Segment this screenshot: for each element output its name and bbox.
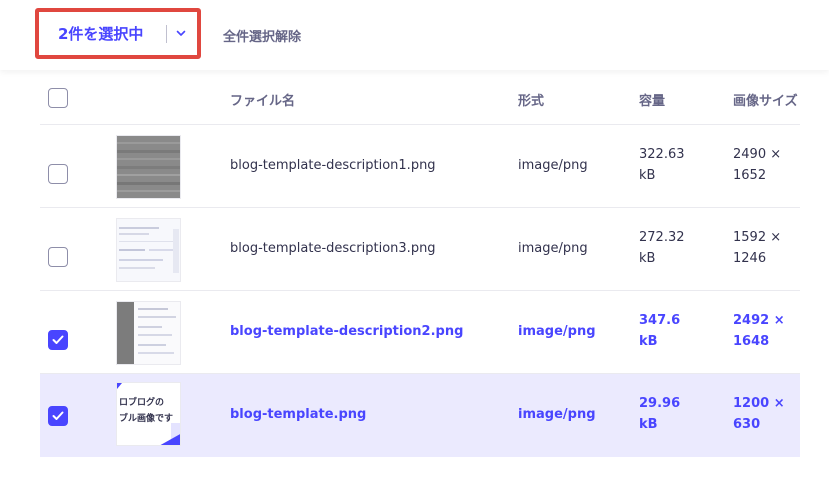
header-file-name[interactable]: ファイル名 <box>230 90 295 109</box>
row-checkbox-checked[interactable] <box>48 330 68 350</box>
image-height: 1652 <box>733 168 767 183</box>
row-checkbox[interactable] <box>48 164 68 184</box>
file-size: 347.6 kB <box>639 310 680 352</box>
image-dimensions: 1200 × 630 <box>733 393 785 435</box>
check-icon <box>52 411 64 420</box>
file-name[interactable]: blog-template.png <box>230 407 366 422</box>
file-size-value: 347.6 <box>639 313 681 328</box>
image-width: 2492 × <box>733 313 785 328</box>
image-dimensions: 2492 × 1648 <box>733 310 785 352</box>
header-dimensions[interactable]: 画像サイズ <box>733 90 798 109</box>
bulk-actions-bar: 2件を選択中 全件選択解除 <box>0 0 829 70</box>
image-dimensions: 1592 × 1246 <box>733 227 781 269</box>
file-thumbnail[interactable]: ロブログの ブル画像です <box>116 382 181 446</box>
file-size: 29.96 kB <box>639 393 680 435</box>
file-name[interactable]: blog-template-description2.png <box>230 324 463 339</box>
image-dimensions: 2490 × 1652 <box>733 144 781 186</box>
file-thumbnail[interactable] <box>116 135 181 199</box>
clear-all-selection-button[interactable]: 全件選択解除 <box>223 26 301 45</box>
row-checkbox-checked[interactable] <box>48 406 68 426</box>
file-thumbnail[interactable] <box>116 301 181 365</box>
file-name[interactable]: blog-template-description1.png <box>230 158 436 173</box>
thumbnail-text-line-2: ブル画像です <box>119 412 173 424</box>
file-size-unit: kB <box>639 251 656 266</box>
header-format[interactable]: 形式 <box>518 90 544 109</box>
image-height: 630 <box>733 417 761 432</box>
file-size-value: 272.32 <box>639 230 685 245</box>
selected-count-dropdown[interactable]: 2件を選択中 <box>45 17 191 50</box>
image-height: 1648 <box>733 334 770 349</box>
table-row-selected[interactable]: blog-template-description2.png image/png… <box>40 291 800 374</box>
image-width: 1592 × <box>733 230 782 245</box>
file-size-value: 322.63 <box>639 147 685 162</box>
table-row-selected[interactable]: ロブログの ブル画像です blog-template.png image/png… <box>40 374 800 457</box>
image-width: 2490 × <box>733 147 782 162</box>
file-size-unit: kB <box>639 168 656 183</box>
selection-highlight-box: 2件を選択中 <box>35 8 201 59</box>
file-name[interactable]: blog-template-description3.png <box>230 241 436 256</box>
table-row[interactable]: blog-template-description1.png image/png… <box>40 125 800 208</box>
file-format: image/png <box>518 407 596 422</box>
file-size-value: 29.96 <box>639 396 681 411</box>
chevron-down-icon[interactable] <box>174 26 188 40</box>
file-size: 322.63 kB <box>639 144 685 186</box>
file-size: 272.32 kB <box>639 227 685 269</box>
dropdown-divider <box>166 25 167 43</box>
image-width: 1200 × <box>733 396 785 411</box>
file-thumbnail[interactable] <box>116 218 181 282</box>
file-format: image/png <box>518 324 596 339</box>
file-size-unit: kB <box>639 334 658 349</box>
file-format: image/png <box>518 241 588 256</box>
image-height: 1246 <box>733 251 767 266</box>
header-size[interactable]: 容量 <box>639 90 665 109</box>
check-icon <box>52 335 64 344</box>
table-header-row: ファイル名 形式 容量 画像サイズ <box>40 70 800 125</box>
table-row[interactable]: blog-template-description3.png image/png… <box>40 208 800 291</box>
selected-count-label: 2件を選択中 <box>58 25 144 43</box>
thumbnail-text-line-1: ロブログの <box>119 396 164 408</box>
file-format: image/png <box>518 158 588 173</box>
select-all-checkbox[interactable] <box>48 88 68 108</box>
row-checkbox[interactable] <box>48 247 68 267</box>
file-size-unit: kB <box>639 417 658 432</box>
